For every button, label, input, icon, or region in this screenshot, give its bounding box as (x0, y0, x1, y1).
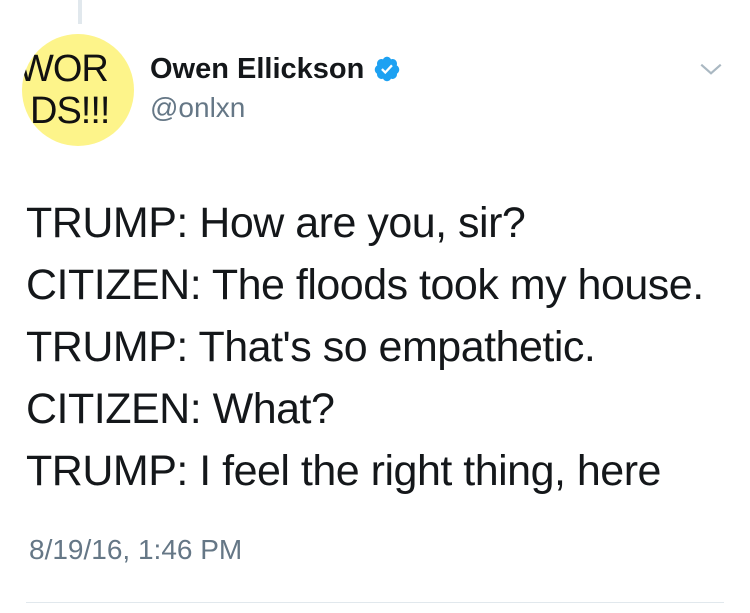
tweet-text-line: TRUMP: That's so empathetic. (26, 323, 596, 371)
divider (26, 602, 724, 603)
user-info[interactable]: Owen Ellickson @onlxn (150, 52, 401, 124)
chevron-down-icon[interactable] (698, 56, 724, 82)
tweet-text-line: TRUMP: I feel the right thing, here (26, 447, 661, 495)
display-name[interactable]: Owen Ellickson (150, 53, 364, 86)
avatar[interactable]: WOR DS!!! (22, 34, 134, 146)
tweet-text-line: CITIZEN: What? (26, 385, 335, 433)
tweet-text: TRUMP: How are you, sir? CITIZEN: The fl… (26, 192, 736, 502)
verified-badge-icon (375, 56, 400, 82)
avatar-text-line1: WOR (22, 48, 109, 90)
tweet-text-line: CITIZEN: The floods took my house. (26, 261, 704, 309)
name-row: Owen Ellickson (150, 52, 401, 86)
user-handle[interactable]: @onlxn (150, 92, 401, 124)
tweet-text-line: TRUMP: How are you, sir? (26, 199, 526, 247)
avatar-text-line2: DS!!! (30, 90, 110, 132)
thread-connector-line (78, 0, 82, 24)
tweet-card: WOR DS!!! Owen Ellickson @onlxn TRUMP: H… (0, 0, 750, 613)
tweet-timestamp[interactable]: 8/19/16, 1:46 PM (29, 534, 242, 566)
